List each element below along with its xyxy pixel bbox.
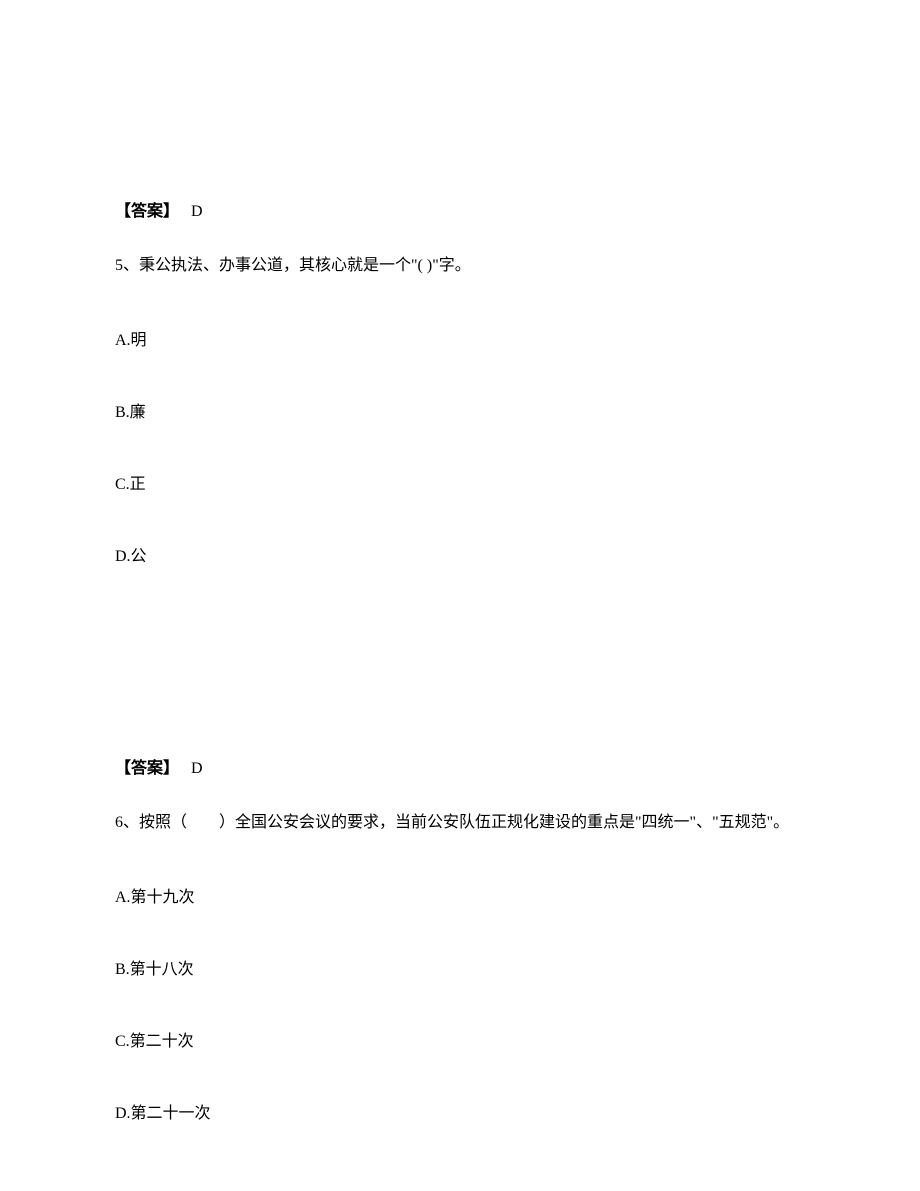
answer-value-2: D — [191, 760, 203, 777]
option-6d: D.第二十一次 — [115, 1102, 805, 1126]
option-6b: B.第十八次 — [115, 958, 805, 982]
question-6: 6、按照（ ）全国公安会议的要求，当前公安队伍正规化建设的重点是"四统一"、"五… — [115, 809, 805, 838]
option-5a: A.明 — [115, 329, 805, 353]
answer-value-1: D — [191, 203, 203, 220]
option-5d: D.公 — [115, 545, 805, 569]
option-5c: C.正 — [115, 473, 805, 497]
answer-label-2: 【答案】 — [115, 760, 179, 777]
option-6c: C.第二十次 — [115, 1030, 805, 1054]
option-5b: B.廉 — [115, 401, 805, 425]
question-5: 5、秉公执法、办事公道，其核心就是一个"( )"字。 — [115, 252, 805, 281]
answer-block-1: 【答案】 D — [115, 200, 805, 224]
option-6a: A.第十九次 — [115, 886, 805, 910]
answer-label-1: 【答案】 — [115, 203, 179, 220]
answer-block-2: 【答案】 D — [115, 757, 805, 781]
